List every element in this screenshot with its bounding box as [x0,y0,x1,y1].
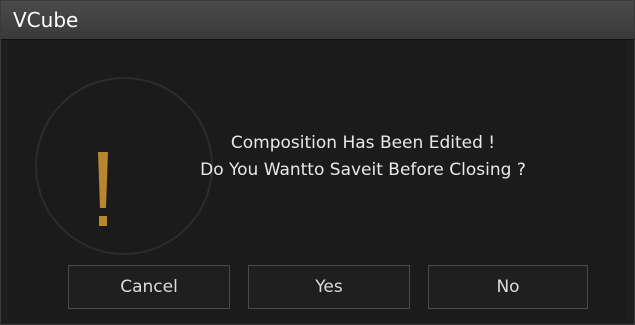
title-bar[interactable]: VCube [1,1,634,40]
warning-exclamation-icon [98,152,108,226]
dialog-message-line2: Do You Wantto Saveit Before Closing ? [200,160,526,180]
cancel-button[interactable]: Cancel [68,265,230,309]
window-title: VCube [13,8,79,32]
save-dialog: VCube Composition Has Been Edited ! Do Y… [0,0,635,325]
yes-button[interactable]: Yes [248,265,410,309]
dialog-message-line1: Composition Has Been Edited ! [230,133,496,153]
dialog-body: Composition Has Been Edited ! Do You Wan… [8,40,627,320]
no-button[interactable]: No [428,265,588,309]
